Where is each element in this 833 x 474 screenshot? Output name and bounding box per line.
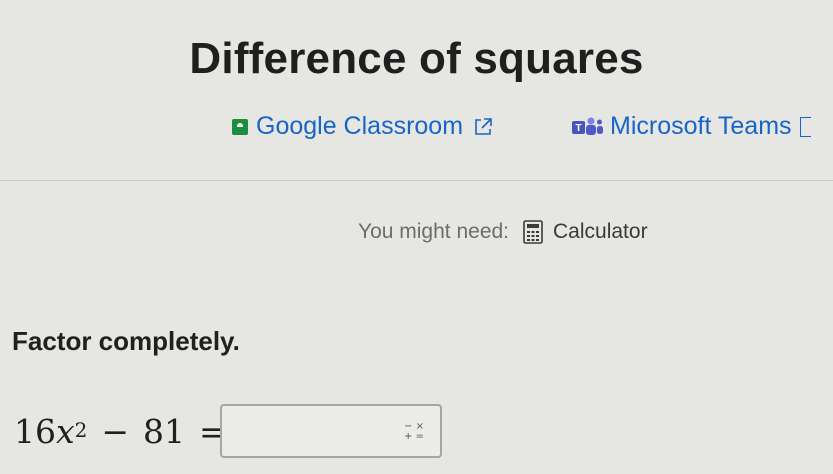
exponent: 2	[74, 417, 88, 442]
microsoft-teams-icon: T	[570, 116, 604, 138]
google-classroom-label: Google Classroom	[256, 112, 464, 140]
constant: 81	[143, 412, 186, 451]
microsoft-teams-link[interactable]: T Microsoft Teams	[570, 112, 811, 141]
math-keys-bottom: + =	[404, 431, 424, 442]
math-keypad-icon[interactable]: − × + =	[402, 420, 426, 444]
you-might-need-label: You might need:	[358, 220, 510, 243]
tools-row: You might need: Calculator	[358, 220, 648, 244]
google-classroom-link[interactable]: Google Classroom	[232, 112, 493, 141]
microsoft-teams-external-icon	[799, 116, 811, 137]
calculator-icon[interactable]	[523, 220, 543, 244]
share-links: Google Classroom T Microsoft Teams	[0, 112, 833, 146]
microsoft-teams-label: Microsoft Teams	[610, 112, 792, 140]
divider	[0, 180, 833, 181]
minus-operator: −	[101, 412, 130, 451]
question-prompt: Factor completely.	[12, 326, 240, 356]
svg-text:T: T	[575, 123, 581, 134]
variable: x	[56, 412, 75, 451]
equation: 16 x 2 − 81 =	[14, 412, 227, 451]
answer-input[interactable]: − × + =	[220, 404, 442, 458]
google-classroom-icon	[232, 118, 248, 135]
page-title: Difference of squares	[189, 34, 644, 83]
calculator-link[interactable]: Calculator	[553, 220, 648, 244]
coefficient: 16	[14, 412, 56, 451]
external-link-icon	[473, 117, 493, 137]
